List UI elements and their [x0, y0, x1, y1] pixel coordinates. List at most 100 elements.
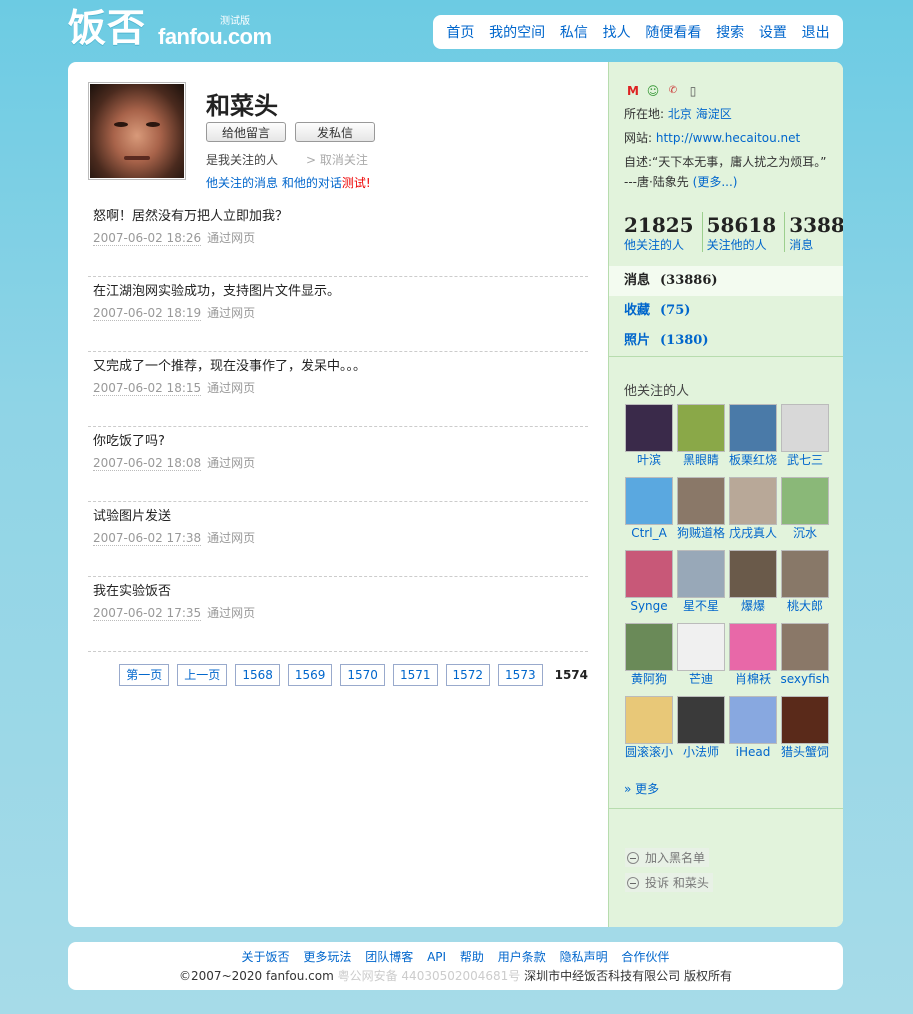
friend-item[interactable]: 爆爆 [728, 550, 778, 614]
footer-link-partners[interactable]: 合作伙伴 [621, 950, 669, 964]
friend-item[interactable]: 叶滨 [624, 404, 674, 468]
friend-item[interactable]: 肖棉袄 [728, 623, 778, 687]
friend-item[interactable]: 武七三 [780, 404, 830, 468]
gtalk-icon[interactable]: ✆ [665, 84, 681, 98]
first-page-button[interactable]: 第一页 [119, 664, 170, 686]
page-link[interactable]: 1571 [392, 664, 438, 686]
friend-name[interactable]: 沉水 [780, 525, 830, 541]
friend-name[interactable]: 叶滨 [624, 452, 674, 468]
footer-link-api[interactable]: API [427, 950, 446, 964]
footer-link-help[interactable]: 帮助 [460, 950, 484, 964]
friend-avatar[interactable] [781, 477, 829, 525]
avatar[interactable] [88, 82, 186, 180]
friend-avatar[interactable] [625, 623, 673, 671]
friend-name[interactable]: Ctrl_A [624, 525, 674, 541]
friend-name[interactable]: Synge [624, 598, 674, 614]
status-time[interactable]: 2007-06-02 18:15 [93, 381, 202, 396]
status-time[interactable]: 2007-06-02 18:26 [93, 231, 202, 246]
friend-name[interactable]: 爆爆 [728, 598, 778, 614]
friend-item[interactable]: 戊戌真人 [728, 477, 778, 541]
friend-avatar[interactable] [625, 550, 673, 598]
icp-record[interactable]: 粤公网安备 44030502004681号 [338, 969, 521, 983]
dialog-link[interactable]: 和他的对话 [282, 176, 342, 190]
friend-name[interactable]: 小法师 [676, 744, 726, 760]
stat-following[interactable]: 21825 他关注的人 [624, 212, 703, 252]
menu-favorites[interactable]: 收藏 (75) [609, 296, 843, 326]
footer-link-privacy[interactable]: 隐私声明 [560, 950, 608, 964]
friend-avatar[interactable] [625, 696, 673, 744]
friend-name[interactable]: sexyfish [780, 671, 830, 687]
mobile-icon[interactable]: ▯ [685, 84, 701, 98]
friend-item[interactable]: 桃大郎 [780, 550, 830, 614]
friend-name[interactable]: 狗贼道格 [676, 525, 726, 541]
more-friends-link[interactable]: » 更多 [624, 780, 659, 797]
friend-avatar[interactable] [729, 623, 777, 671]
his-follow-messages-link[interactable]: 他关注的消息 [206, 176, 278, 190]
friend-avatar[interactable] [677, 550, 725, 598]
menu-messages[interactable]: 消息 (33886) [609, 266, 843, 296]
nav-settings[interactable]: 设置 [759, 22, 787, 42]
friend-item[interactable]: iHead [728, 696, 778, 760]
website-link[interactable]: http://www.hecaitou.net [656, 131, 800, 145]
unfollow-link[interactable]: > 取消关注 [306, 151, 368, 168]
msn-icon[interactable]: ☺ [645, 84, 661, 98]
site-logo[interactable]: 饭否 fanfou.com 测试版 [68, 6, 272, 52]
footer-link-terms[interactable]: 用户条款 [498, 950, 546, 964]
friend-avatar[interactable] [677, 696, 725, 744]
friend-avatar[interactable] [781, 623, 829, 671]
leave-message-button[interactable]: 给他留言 [206, 122, 286, 142]
report-user-button[interactable]: 投诉 和菜头 [625, 873, 713, 892]
friend-item[interactable]: 黑眼睛 [676, 404, 726, 468]
prev-page-button[interactable]: 上一页 [177, 664, 228, 686]
friend-item[interactable]: 星不星 [676, 550, 726, 614]
nav-private-messages[interactable]: 私信 [560, 22, 588, 42]
stat-messages[interactable]: 33886 消息 [789, 212, 843, 252]
friend-avatar[interactable] [677, 477, 725, 525]
page-link[interactable]: 1573 [498, 664, 543, 686]
status-time[interactable]: 2007-06-02 18:19 [93, 306, 202, 321]
friend-item[interactable]: Synge [624, 550, 674, 614]
page-link[interactable]: 1572 [445, 664, 491, 686]
friend-name[interactable]: 肖棉袄 [728, 671, 778, 687]
nav-home[interactable]: 首页 [446, 22, 474, 42]
friend-name[interactable]: 星不星 [676, 598, 726, 614]
status-time[interactable]: 2007-06-02 17:38 [93, 531, 202, 546]
friend-item[interactable]: 圆滚滚小 [624, 696, 674, 760]
friend-avatar[interactable] [625, 404, 673, 452]
nav-find-people[interactable]: 找人 [603, 22, 631, 42]
location-link[interactable]: 北京 海淀区 [668, 107, 732, 121]
friend-name[interactable]: 猎头蟹饲 [780, 744, 830, 760]
friend-avatar[interactable] [781, 404, 829, 452]
friend-name[interactable]: 武七三 [780, 452, 830, 468]
friend-item[interactable]: 沉水 [780, 477, 830, 541]
footer-link-about[interactable]: 关于饭否 [242, 950, 290, 964]
page-link[interactable]: 1570 [340, 664, 385, 686]
friend-avatar[interactable] [729, 404, 777, 452]
status-time[interactable]: 2007-06-02 17:35 [93, 606, 202, 621]
friend-item[interactable]: 小法师 [676, 696, 726, 760]
status-time[interactable]: 2007-06-02 18:08 [93, 456, 202, 471]
friend-avatar[interactable] [781, 696, 829, 744]
friend-avatar[interactable] [625, 477, 673, 525]
page-link[interactable]: 1569 [287, 664, 333, 686]
nav-my-space[interactable]: 我的空间 [489, 22, 545, 42]
friend-avatar[interactable] [677, 404, 725, 452]
friend-avatar[interactable] [729, 696, 777, 744]
nav-browse[interactable]: 随便看看 [645, 22, 701, 42]
friend-item[interactable]: 板栗红烧 [728, 404, 778, 468]
nav-search[interactable]: 搜索 [716, 22, 744, 42]
friend-name[interactable]: 圆滚滚小 [624, 744, 674, 760]
footer-link-more[interactable]: 更多玩法 [303, 950, 351, 964]
friend-item[interactable]: sexyfish [780, 623, 830, 687]
friend-item[interactable]: Ctrl_A [624, 477, 674, 541]
page-link[interactable]: 1568 [235, 664, 280, 686]
gmail-icon[interactable]: M [625, 84, 641, 98]
friend-item[interactable]: 狗贼道格 [676, 477, 726, 541]
friend-name[interactable]: 板栗红烧 [728, 452, 778, 468]
friend-avatar[interactable] [677, 623, 725, 671]
friend-name[interactable]: 芒迪 [676, 671, 726, 687]
add-to-blacklist-button[interactable]: 加入黑名单 [625, 848, 710, 867]
footer-link-blog[interactable]: 团队博客 [365, 950, 413, 964]
friend-name[interactable]: iHead [728, 744, 778, 760]
friend-name[interactable]: 桃大郎 [780, 598, 830, 614]
